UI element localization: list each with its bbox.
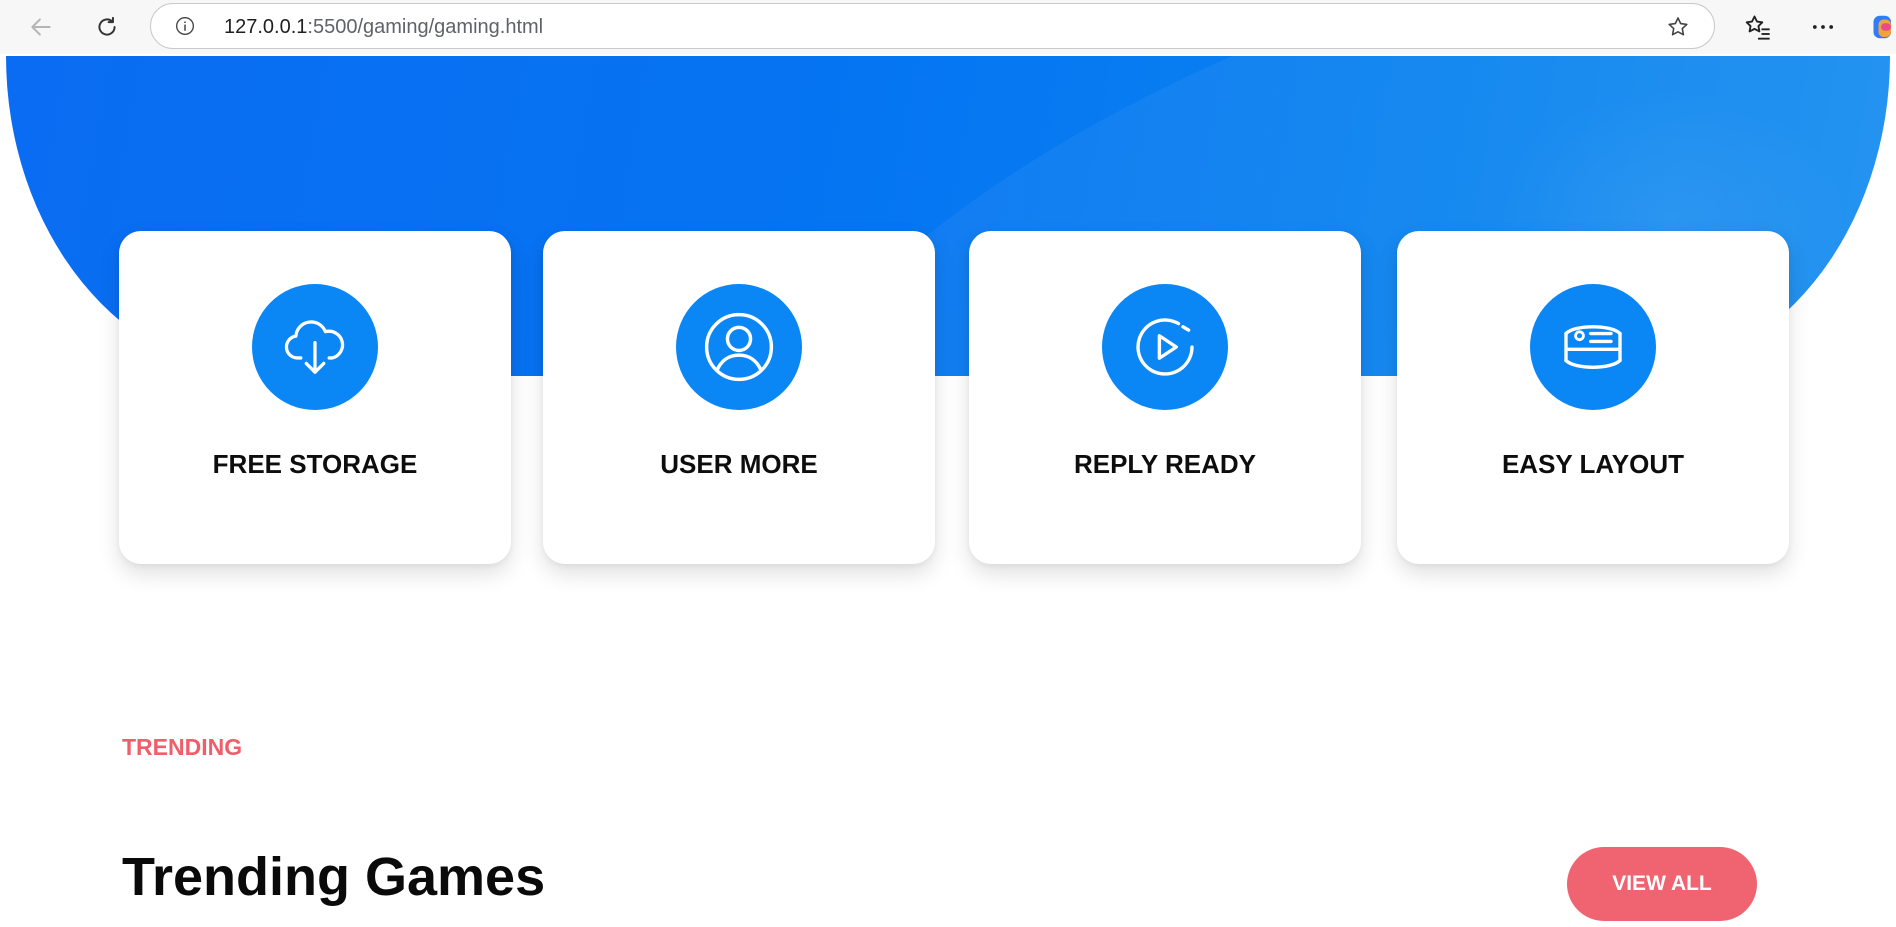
feature-icon-circle xyxy=(252,284,378,410)
url-host: 127.0.0.1 xyxy=(224,16,308,38)
feature-icon-circle xyxy=(1102,284,1228,410)
refresh-icon xyxy=(98,16,116,36)
back-button[interactable] xyxy=(24,10,58,44)
cloud-download-icon xyxy=(284,320,345,374)
feature-card-free-storage[interactable]: FREE STORAGE xyxy=(119,231,511,564)
info-icon[interactable] xyxy=(175,16,195,36)
layout-card-icon xyxy=(1564,325,1622,369)
feature-title: EASY LAYOUT xyxy=(1501,449,1685,479)
url-path: :5500/gaming/gaming.html xyxy=(307,16,544,38)
favorites-icon xyxy=(1745,15,1770,40)
address-bar[interactable]: 127.0.0.1:5500/gaming/gaming.html xyxy=(150,3,1715,49)
view-all-button[interactable]: VIEW ALL xyxy=(1567,847,1757,921)
section-eyebrow: TRENDING xyxy=(122,734,243,760)
star-icon[interactable] xyxy=(1666,15,1690,39)
more-button[interactable] xyxy=(1808,12,1838,42)
feature-card-reply-ready[interactable]: REPLY READY xyxy=(969,231,1361,564)
more-icon xyxy=(1812,25,1834,29)
play-circle-icon xyxy=(1136,318,1194,376)
copilot-icon xyxy=(1873,15,1891,39)
section-title: Trending Games xyxy=(122,847,546,907)
feature-icon-circle xyxy=(1530,284,1656,410)
feature-title: FREE STORAGE xyxy=(212,449,418,479)
feature-title: USER MORE xyxy=(660,449,818,479)
page: 127.0.0.1:5500/gaming/gaming.html FREE S… xyxy=(0,0,1896,927)
refresh-button[interactable] xyxy=(90,10,124,44)
back-icon xyxy=(31,18,51,36)
feature-title: REPLY READY xyxy=(1073,449,1257,479)
copilot-button[interactable] xyxy=(1866,12,1896,42)
feature-card-user-more[interactable]: USER MORE xyxy=(543,231,935,564)
favorites-button[interactable] xyxy=(1743,12,1773,42)
feature-icon-circle xyxy=(676,284,802,410)
browser-toolbar: 127.0.0.1:5500/gaming/gaming.html xyxy=(0,0,1896,54)
feature-card-easy-layout[interactable]: EASY LAYOUT xyxy=(1397,231,1789,564)
url-text[interactable]: 127.0.0.1:5500/gaming/gaming.html xyxy=(224,17,543,37)
user-icon xyxy=(704,312,774,382)
